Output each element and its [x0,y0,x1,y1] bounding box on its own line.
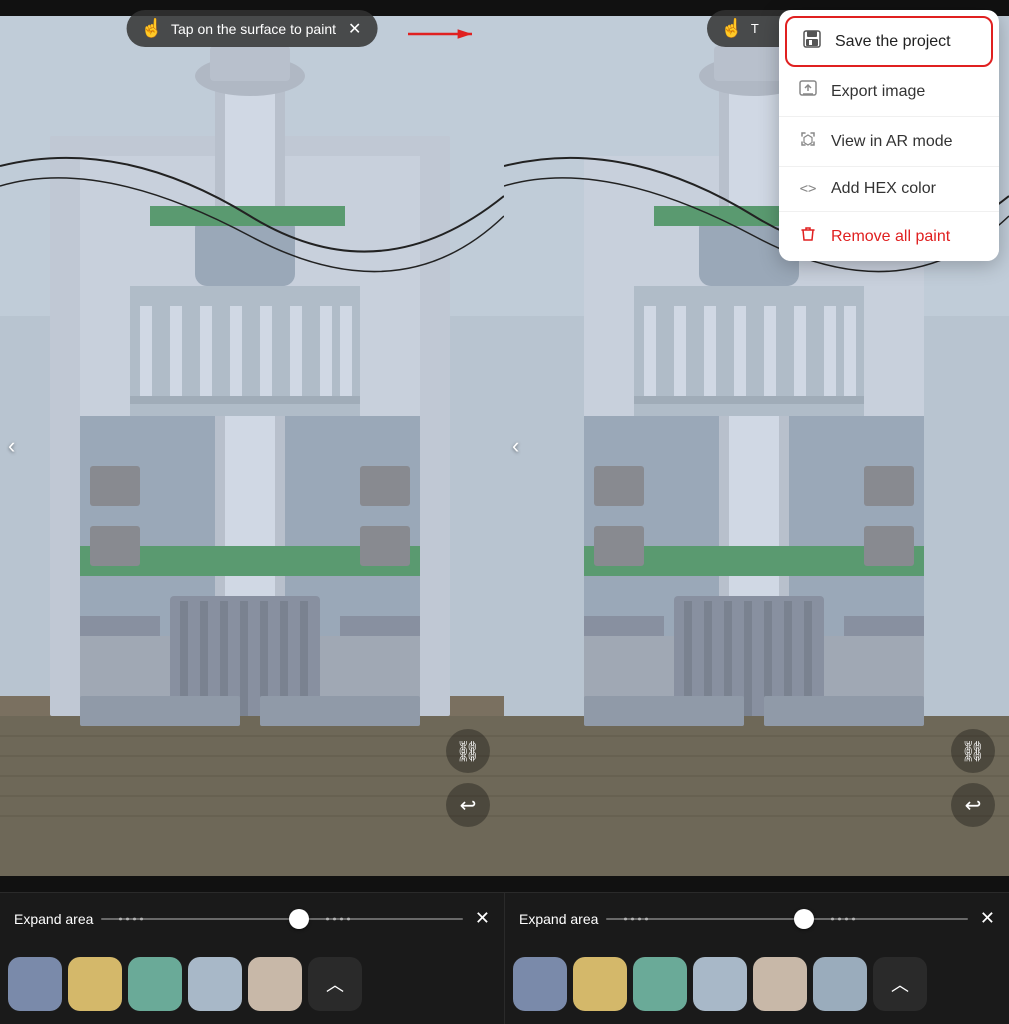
slider-thumb-right[interactable] [794,909,814,929]
export-icon [797,80,819,103]
expand-area-row: Expand area [0,892,1009,944]
hand-gesture-icon-left: ☝ [141,18,163,39]
color-swatch-right-5[interactable] [813,957,867,1011]
more-colors-button-right[interactable]: ︿ [873,957,927,1011]
color-swatch-left-4[interactable] [248,957,302,1011]
building-illustration-left [0,0,504,892]
chevron-up-icon-left: ︿ [326,971,344,997]
hex-label: Add HEX color [831,180,936,198]
expand-label-right: Expand area [519,911,598,927]
red-arrow-indicator [404,14,484,54]
expand-area-left: Expand area [0,892,504,944]
color-swatch-right-2[interactable] [633,957,687,1011]
fab-area-left: ⛓ ↩ [446,729,490,827]
slider-track-left [101,918,463,920]
color-swatch-right-4[interactable] [753,957,807,1011]
color-swatch-right-0[interactable] [513,957,567,1011]
expand-area-right: Expand area [505,892,1009,944]
export-label: Export image [831,83,925,101]
slider-thumb-left[interactable] [289,909,309,929]
menu-item-ar[interactable]: View in AR mode [779,117,999,167]
menu-item-remove[interactable]: Remove all paint [779,212,999,261]
expand-close-left[interactable]: ✕ [475,908,490,929]
save-icon [801,30,823,53]
expand-label-left: Expand area [14,911,93,927]
slider-left[interactable] [101,909,463,929]
color-swatch-left-1[interactable] [68,957,122,1011]
menu-item-hex[interactable]: <> Add HEX color [779,167,999,212]
hex-icon: <> [797,181,819,197]
main-panels: ‹ ☝ Tap on the surface to paint ✕ ⛓ ↩ [0,0,1009,892]
undo-button-left[interactable]: ↩ [446,783,490,827]
chain-button-left[interactable]: ⛓ [446,729,490,773]
undo-button-right[interactable]: ↩ [951,783,995,827]
save-label: Save the project [835,33,951,51]
ar-icon [797,130,819,153]
color-swatch-left-3[interactable] [188,957,242,1011]
instruction-text-left: Tap on the surface to paint [171,21,336,37]
color-palette-right: ︿ [505,944,1009,1024]
fab-area-right: ⛓ ↩ [951,729,995,827]
color-palette-row: ︿ ︿ [0,944,1009,1024]
right-panel-back-button[interactable]: ‹ [512,433,519,459]
chevron-up-icon-right: ︿ [891,971,909,997]
color-palette-left: ︿ [0,944,504,1024]
expand-close-right[interactable]: ✕ [980,908,995,929]
right-panel: ‹ ☝ T Save the project [504,0,1009,892]
hand-gesture-icon-right: ☝ [721,18,743,39]
bottom-section: Expand area [0,892,1009,1024]
menu-item-save[interactable]: Save the project [785,16,993,67]
chain-button-right[interactable]: ⛓ [951,729,995,773]
menu-item-export[interactable]: Export image [779,67,999,117]
instruction-text-right: T [751,21,759,36]
color-swatch-left-0[interactable] [8,957,62,1011]
trash-icon [797,225,819,248]
color-swatch-right-3[interactable] [693,957,747,1011]
ar-label: View in AR mode [831,133,953,151]
left-panel-back-button[interactable]: ‹ [8,433,15,459]
close-topbar-button-left[interactable]: ✕ [348,19,361,39]
left-panel: ‹ ☝ Tap on the surface to paint ✕ ⛓ ↩ [0,0,504,892]
left-panel-top-bar: ☝ Tap on the surface to paint ✕ [127,10,378,47]
slider-track-right [606,918,968,920]
dropdown-menu: Save the project Export image [779,10,999,261]
slider-right[interactable] [606,909,968,929]
more-colors-button-left[interactable]: ︿ [308,957,362,1011]
remove-label: Remove all paint [831,228,950,246]
color-swatch-left-2[interactable] [128,957,182,1011]
color-swatch-right-1[interactable] [573,957,627,1011]
